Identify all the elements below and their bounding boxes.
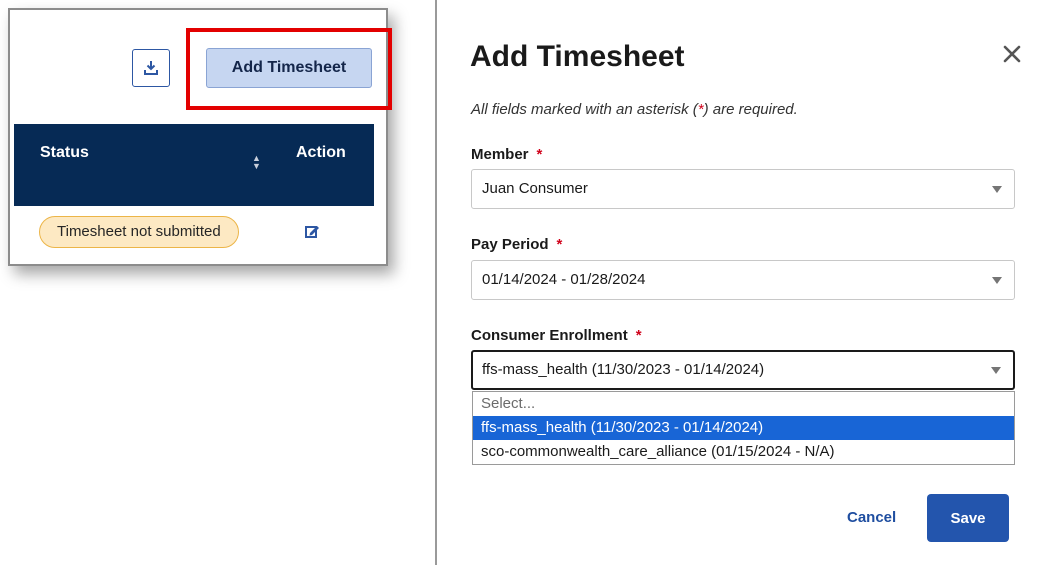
add-timesheet-modal: Add Timesheet All fields marked with an … [435,0,1038,565]
download-icon [144,61,158,75]
chevron-down-icon [992,186,1002,193]
column-header-action: Action [296,144,346,161]
required-fields-note: All fields marked with an asterisk (*) a… [471,101,798,118]
pay-period-value: 01/14/2024 - 01/28/2024 [482,271,646,288]
edit-icon[interactable] [305,224,320,239]
dropdown-option-selected[interactable]: ffs-mass_health (11/30/2023 - 01/14/2024… [473,416,1014,440]
status-badge: Timesheet not submitted [39,216,239,248]
table-header: Status ▲ ▼ Action [14,124,374,206]
member-label: Member * [471,146,543,163]
close-icon[interactable] [1002,44,1022,64]
sort-icon[interactable]: ▲ ▼ [252,154,261,171]
dropdown-option[interactable]: Select... [473,392,1014,416]
chevron-down-icon [991,367,1001,374]
cancel-button[interactable]: Cancel [847,509,896,526]
consumer-enrollment-label: Consumer Enrollment * [471,327,642,344]
consumer-enrollment-dropdown: Select... ffs-mass_health (11/30/2023 - … [472,391,1015,465]
dropdown-option[interactable]: sco-commonwealth_care_alliance (01/15/20… [473,440,1014,464]
save-button[interactable]: Save [927,494,1009,542]
member-select[interactable]: Juan Consumer [471,169,1015,209]
modal-title: Add Timesheet [470,40,685,73]
highlight-annotation [186,28,392,110]
member-value: Juan Consumer [482,180,588,197]
pay-period-select[interactable]: 01/14/2024 - 01/28/2024 [471,260,1015,300]
column-header-status[interactable]: Status [40,144,89,162]
timesheet-list-panel: Add Timesheet Status ▲ ▼ Action Timesheet… [8,8,392,266]
pay-period-label: Pay Period * [471,236,563,253]
consumer-enrollment-value: ffs-mass_health (11/30/2023 - 01/14/2024… [482,361,765,378]
consumer-enrollment-select[interactable]: ffs-mass_health (11/30/2023 - 01/14/2024… [471,350,1015,390]
download-button[interactable] [132,49,170,87]
chevron-down-icon [992,277,1002,284]
